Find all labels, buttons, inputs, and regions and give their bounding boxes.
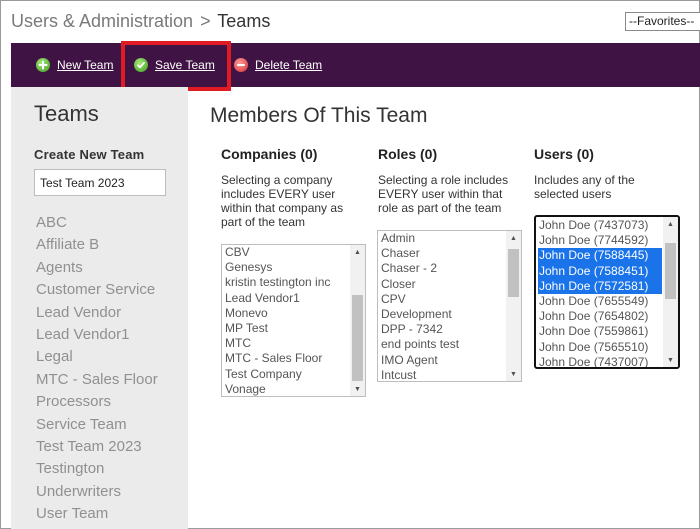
company-option[interactable]: Vonage — [224, 382, 349, 396]
role-option[interactable]: Intcust — [380, 368, 505, 381]
users-column: Users (0) Includes any of the selected u… — [534, 146, 674, 201]
users-listbox[interactable]: John Doe (7437073) John Doe (7744592) John… — [534, 215, 680, 369]
breadcrumb: Users & Administration > Teams — [11, 11, 270, 32]
new-team-label: New Team — [57, 58, 114, 72]
teams-sidebar: Teams Create New Team ABCAffiliate BAgen… — [11, 87, 188, 529]
top-bar: Users & Administration > Teams --Favorit… — [1, 1, 700, 43]
role-option[interactable]: end points test — [380, 337, 505, 352]
save-team-label: Save Team — [155, 58, 215, 72]
delete-team-label: Delete Team — [255, 58, 323, 72]
team-list-item[interactable]: Service Team — [36, 414, 158, 436]
save-team-button[interactable]: Save Team — [134, 56, 215, 74]
team-list-item[interactable]: Underwriters — [36, 481, 158, 503]
minus-circle-icon — [234, 58, 248, 72]
roles-heading: Roles (0) — [378, 146, 438, 162]
team-list-item[interactable]: User Team — [36, 503, 158, 525]
breadcrumb-current: Teams — [217, 11, 271, 31]
roles-listbox[interactable]: Admin Chaser Chaser - 2 Closer CPV Developmen… — [377, 230, 522, 382]
role-option[interactable]: Chaser - 2 — [380, 261, 505, 276]
page-title: Members Of This Team — [210, 104, 428, 127]
company-option[interactable]: Genesys — [224, 260, 349, 275]
roles-column: Roles (0) Selecting a role includes EVER… — [378, 146, 516, 215]
scroll-thumb[interactable] — [665, 243, 676, 299]
create-new-team-label: Create New Team — [34, 147, 145, 162]
users-description: Includes any of the selected users — [534, 173, 635, 201]
role-option[interactable]: CPV — [380, 292, 505, 307]
team-name-input[interactable] — [34, 169, 166, 196]
role-option[interactable]: Chaser — [380, 246, 505, 261]
scroll-thumb[interactable] — [508, 249, 519, 297]
users-options: John Doe (7437073) John Doe (7744592) John… — [538, 218, 662, 367]
team-list-item[interactable]: Lead Vendor1 — [36, 324, 158, 346]
users-heading: Users (0) — [534, 146, 594, 162]
team-list-item[interactable]: ABC — [36, 212, 158, 234]
companies-listbox[interactable]: CBV Genesys kristin testington inc Lead Ven… — [221, 244, 366, 397]
check-circle-icon — [134, 58, 148, 72]
company-option[interactable]: CBV — [224, 245, 349, 260]
roles-scrollbar[interactable]: ▲ ▼ — [506, 231, 521, 381]
team-list-item[interactable]: Test Team 2023 — [36, 436, 158, 458]
company-option[interactable]: MP Test — [224, 321, 349, 336]
favorites-select[interactable]: --Favorites-- — [625, 12, 700, 31]
roles-options: Admin Chaser Chaser - 2 Closer CPV Developmen… — [380, 231, 505, 381]
companies-description: Selecting a company includes EVERY user … — [221, 173, 344, 229]
scroll-thumb[interactable] — [352, 295, 363, 381]
user-option[interactable]: John Doe (7572581) — [538, 278, 662, 294]
role-option[interactable]: Closer — [380, 277, 505, 292]
role-option[interactable]: Development — [380, 307, 505, 322]
company-option[interactable]: kristin testington inc — [224, 275, 349, 290]
scroll-down-icon[interactable]: ▼ — [506, 367, 521, 381]
user-option[interactable]: John Doe (7559861) — [538, 324, 662, 339]
companies-options: CBV Genesys kristin testington inc Lead Ven… — [224, 245, 349, 396]
roles-description: Selecting a role includes EVERY user wit… — [378, 173, 509, 215]
role-option[interactable]: Admin — [380, 231, 505, 246]
team-list-item[interactable]: Legal — [36, 346, 158, 368]
scroll-up-icon[interactable]: ▲ — [350, 245, 365, 259]
team-list-item[interactable]: MTC - Sales Floor — [36, 369, 158, 391]
delete-team-button[interactable]: Delete Team — [234, 56, 322, 74]
user-option[interactable]: John Doe (7437073) — [538, 218, 662, 233]
companies-heading: Companies (0) — [221, 146, 318, 162]
company-option[interactable]: Lead Vendor1 — [224, 291, 349, 306]
users-scrollbar[interactable]: ▲ ▼ — [663, 217, 678, 367]
plus-circle-icon — [36, 58, 50, 72]
user-option[interactable]: John Doe (7565510) — [538, 340, 662, 355]
team-list: ABC Affiliate B Agents Customer Service Lead… — [36, 212, 158, 525]
breadcrumb-separator: > — [200, 11, 211, 31]
company-option[interactable]: Monevo — [224, 306, 349, 321]
role-option[interactable]: IMO Agent — [380, 353, 505, 368]
team-list-item[interactable]: Affiliate B — [36, 234, 158, 256]
scroll-up-icon[interactable]: ▲ — [663, 217, 678, 231]
scroll-down-icon[interactable]: ▼ — [350, 382, 365, 396]
team-list-item[interactable]: Processors — [36, 391, 158, 413]
company-option[interactable]: MTC — [224, 336, 349, 351]
new-team-button[interactable]: New Team — [36, 56, 113, 74]
breadcrumb-root[interactable]: Users & Administration — [11, 11, 193, 31]
company-option[interactable]: MTC - Sales Floor — [224, 351, 349, 366]
user-option[interactable]: John Doe (7437007) — [538, 355, 662, 367]
toolbar: New Team Save Team Delete Team — [11, 41, 700, 91]
team-list-item[interactable]: Lead Vendor — [36, 302, 158, 324]
scroll-up-icon[interactable]: ▲ — [506, 231, 521, 245]
company-option[interactable]: Test Company — [224, 367, 349, 382]
user-option[interactable]: John Doe (7655549) — [538, 294, 662, 309]
team-list-item[interactable]: Agents — [36, 257, 158, 279]
user-option[interactable]: John Doe (7588451) — [538, 263, 662, 279]
team-list-item[interactable]: Testington — [36, 458, 158, 480]
companies-column: Companies (0) Selecting a company includ… — [221, 146, 361, 229]
user-option[interactable]: John Doe (7588445) — [538, 248, 662, 264]
scroll-down-icon[interactable]: ▼ — [663, 353, 678, 367]
sidebar-title: Teams — [34, 101, 99, 126]
team-list-item[interactable]: Customer Service — [36, 279, 158, 301]
companies-scrollbar[interactable]: ▲ ▼ — [350, 245, 365, 396]
user-option[interactable]: John Doe (7654802) — [538, 309, 662, 324]
user-option[interactable]: John Doe (7744592) — [538, 233, 662, 248]
role-option[interactable]: DPP - 7342 — [380, 322, 505, 337]
